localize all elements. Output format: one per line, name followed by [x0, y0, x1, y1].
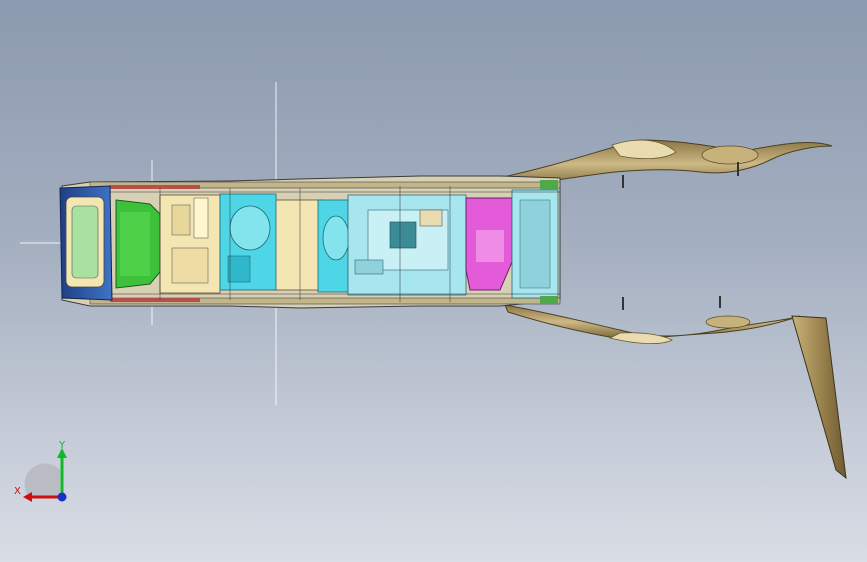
- lower-wing-panel[interactable]: [504, 296, 847, 480]
- cab-frame[interactable]: [59, 185, 113, 301]
- rear-block[interactable]: [511, 180, 559, 304]
- seat[interactable]: [115, 199, 161, 289]
- assembly-model[interactable]: [0, 0, 867, 562]
- 3d-viewport[interactable]: Y X: [0, 0, 867, 562]
- x-axis-label: X: [14, 486, 21, 497]
- magenta-cover[interactable]: [465, 197, 513, 291]
- axis-triad: Y X: [14, 440, 67, 502]
- y-axis-label: Y: [58, 440, 66, 451]
- z-axis-dot: [57, 492, 67, 502]
